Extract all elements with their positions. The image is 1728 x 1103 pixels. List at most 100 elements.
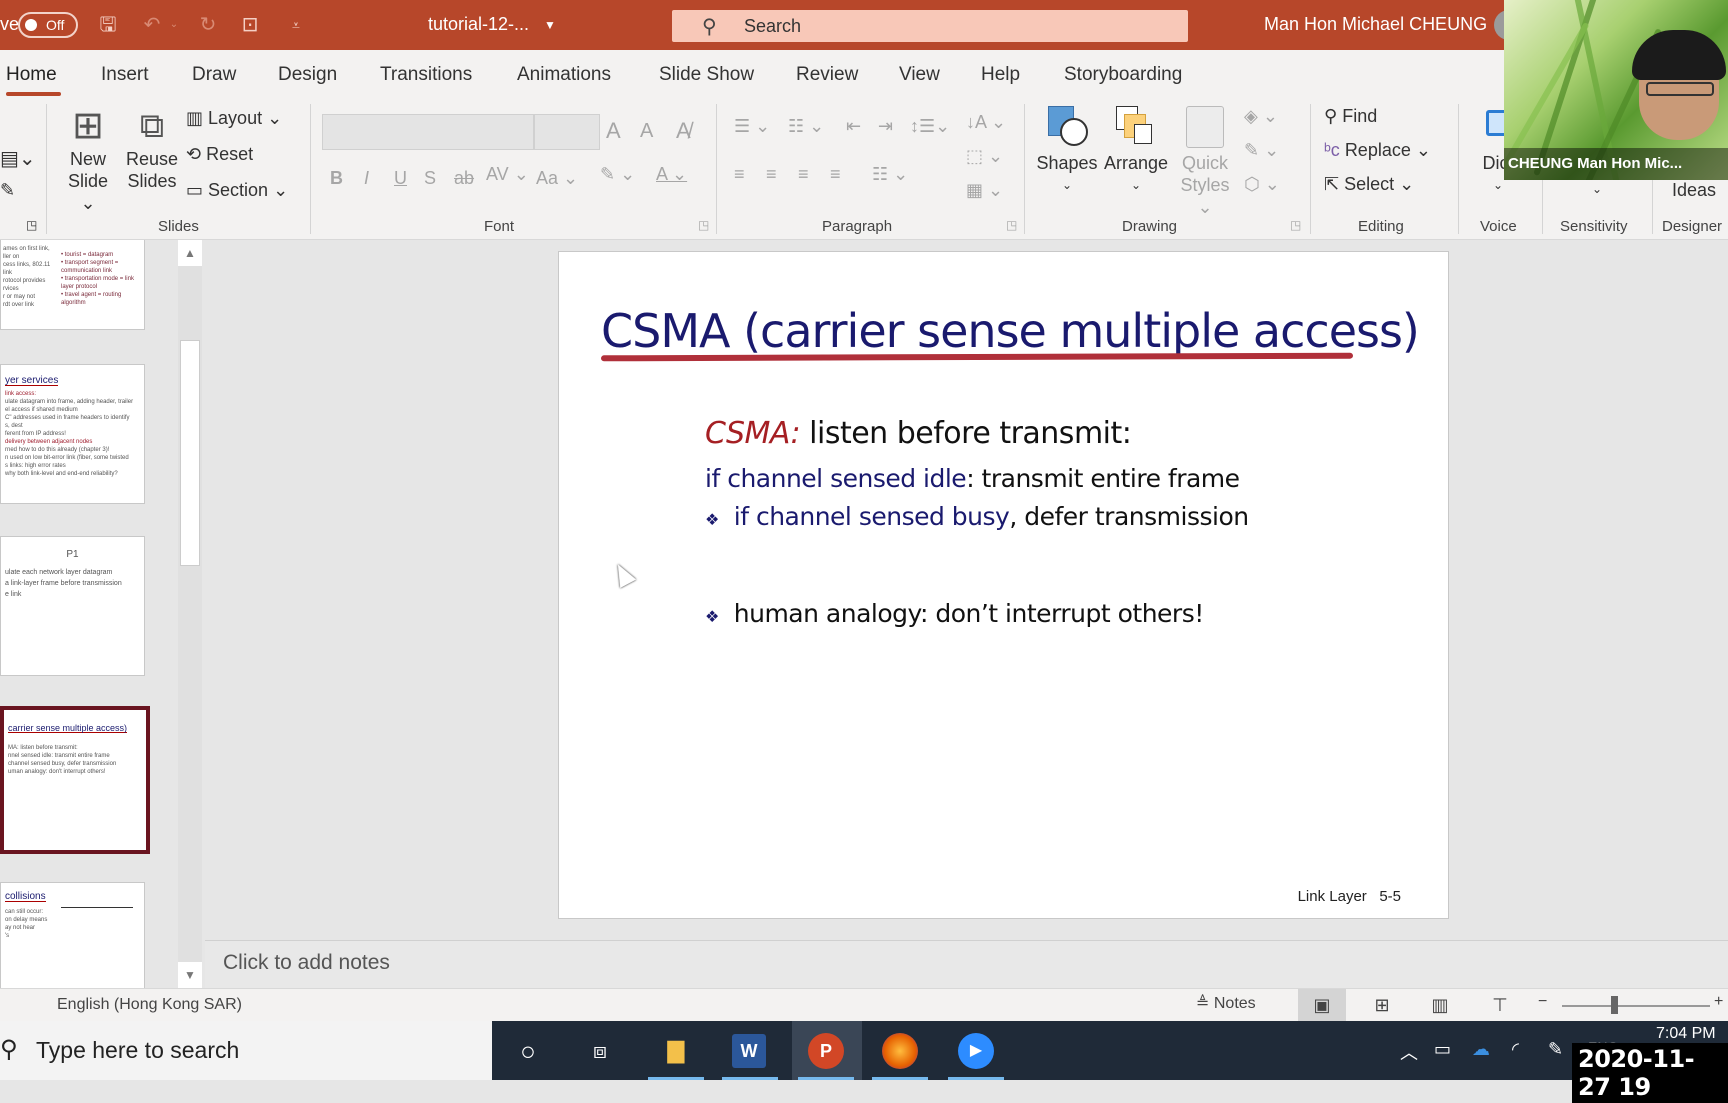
notes-pane[interactable]: Click to add notes xyxy=(205,940,1728,988)
slide-canvas[interactable]: CSMA (carrier sense multiple access) CSM… xyxy=(558,251,1449,919)
find-button[interactable]: ⚲ Find xyxy=(1324,106,1377,127)
task-view-icon[interactable]: ⧈ xyxy=(580,1031,620,1071)
text-direction-icon[interactable]: ↓A ⌄ xyxy=(966,112,1006,133)
section-button[interactable]: ▭ Section ⌄ xyxy=(186,180,288,201)
tab-review[interactable]: Review xyxy=(796,64,858,86)
slide-thumbnail[interactable]: P1 ulate each network layer datagram a li… xyxy=(0,536,145,676)
slideshow-view-icon[interactable]: ⊤ xyxy=(1476,989,1524,1022)
language-indicator[interactable]: English (Hong Kong SAR) xyxy=(57,996,242,1014)
italic-button[interactable]: I xyxy=(364,168,369,189)
powerpoint-icon[interactable]: P xyxy=(808,1033,844,1069)
title-dropdown-icon[interactable]: ▼ xyxy=(544,18,556,32)
zoom-out-button[interactable]: − xyxy=(1538,993,1547,1011)
align-right-icon[interactable]: ≡ xyxy=(798,164,809,185)
layout-button[interactable]: ▥ Layout ⌄ xyxy=(186,108,282,129)
designer-ideas-button[interactable]: Ideas xyxy=(1672,180,1716,201)
shape-effects-icon[interactable]: ⬡ ⌄ xyxy=(1244,174,1280,195)
slide-thumbnail[interactable]: yer services link access: ulate datagram … xyxy=(0,364,145,504)
tab-help[interactable]: Help xyxy=(981,64,1020,86)
scroll-up-icon[interactable]: ▲ xyxy=(178,240,202,266)
user-name[interactable]: Man Hon Michael CHEUNG xyxy=(1264,14,1487,35)
numbering-icon[interactable]: ☷ ⌄ xyxy=(788,116,824,137)
font-size-combo[interactable] xyxy=(534,114,600,150)
highlight-color-icon[interactable]: ✎ ⌄ xyxy=(600,164,635,185)
tab-design[interactable]: Design xyxy=(278,64,337,86)
taskbar-search[interactable]: ⚲ Type here to search xyxy=(0,1021,492,1080)
scrollbar-thumb[interactable] xyxy=(180,340,200,566)
char-spacing-button[interactable]: AV ⌄ xyxy=(486,164,529,185)
zoom-app-icon[interactable]: ▶ xyxy=(958,1033,994,1069)
underline-button[interactable]: U xyxy=(394,168,407,189)
zoom-in-button[interactable]: + xyxy=(1714,993,1723,1011)
font-name-combo[interactable] xyxy=(322,114,534,150)
autosave-toggle[interactable]: Off xyxy=(18,12,78,38)
undo-icon[interactable]: ↶ xyxy=(140,13,164,37)
align-text-icon[interactable]: ⬚ ⌄ xyxy=(966,146,1003,167)
tab-draw[interactable]: Draw xyxy=(192,64,236,86)
strikethrough-button[interactable]: ab xyxy=(454,168,474,189)
slide-thumbnail-selected[interactable]: carrier sense multiple access) MA: liste… xyxy=(0,706,150,854)
clipboard-launcher-icon[interactable]: ◳ xyxy=(26,218,37,232)
slide-line-csma[interactable]: CSMA: listen before transmit: xyxy=(705,416,1132,451)
undo-dropdown-icon[interactable]: ⌄ xyxy=(162,13,186,37)
document-title[interactable]: tutorial-12-... xyxy=(428,14,529,35)
bullets-icon[interactable]: ☰ ⌄ xyxy=(734,116,770,137)
slide-line-analogy[interactable]: ❖ human analogy: don’t interrupt others! xyxy=(705,599,1204,628)
shape-outline-icon[interactable]: ✎ ⌄ xyxy=(1244,140,1279,161)
slide-thumbnail[interactable]: ames on first link, ller on cess links, 80… xyxy=(0,240,145,330)
clock-time[interactable]: 7:04 PM xyxy=(1656,1025,1716,1043)
slide-sorter-icon[interactable]: ⊞ xyxy=(1358,989,1406,1022)
tab-insert[interactable]: Insert xyxy=(101,64,149,86)
decrease-indent-icon[interactable]: ⇤ xyxy=(846,116,861,137)
zoom-slider[interactable] xyxy=(1562,1005,1710,1007)
customize-toolbar-icon[interactable]: ⩡ xyxy=(284,13,308,37)
webcam-video-overlay[interactable]: CHEUNG Man Hon Mic... xyxy=(1504,0,1728,180)
slide-thumbnail[interactable]: collisions can still occur: on delay mean… xyxy=(0,882,145,988)
slide-line-busy[interactable]: ❖ if channel sensed busy, defer transmis… xyxy=(705,502,1249,531)
new-slide-button[interactable]: ⊞ New Slide ⌄ xyxy=(62,104,114,214)
reset-button[interactable]: ⟲ Reset xyxy=(186,144,253,165)
paragraph-launcher-icon[interactable]: ◳ xyxy=(1006,218,1017,232)
format-painter-icon[interactable]: ✎ xyxy=(0,180,15,201)
change-case-button[interactable]: Aa ⌄ xyxy=(536,168,578,189)
tab-view[interactable]: View xyxy=(899,64,940,86)
align-left-icon[interactable]: ≡ xyxy=(734,164,745,185)
zoom-slider-handle[interactable] xyxy=(1610,996,1618,1014)
show-hidden-icons-icon[interactable]: ︿ xyxy=(1400,1039,1418,1065)
bold-button[interactable]: B xyxy=(330,168,343,189)
increase-indent-icon[interactable]: ⇥ xyxy=(878,116,893,137)
drawing-launcher-icon[interactable]: ◳ xyxy=(1290,218,1301,232)
thumbnails-scrollbar[interactable]: ▲ ▼ xyxy=(178,240,202,988)
shadow-button[interactable]: S xyxy=(424,168,436,189)
start-slideshow-icon[interactable]: ⊡ xyxy=(238,13,262,37)
redo-icon[interactable]: ↻ xyxy=(196,13,220,37)
normal-view-icon[interactable]: ▣ xyxy=(1298,989,1346,1022)
wifi-icon[interactable]: ◜ xyxy=(1512,1039,1519,1060)
shape-fill-icon[interactable]: ◈ ⌄ xyxy=(1244,106,1278,127)
scroll-down-icon[interactable]: ▼ xyxy=(178,962,202,988)
onedrive-icon[interactable]: ☁ xyxy=(1472,1039,1490,1060)
tab-animations[interactable]: Animations xyxy=(517,64,611,86)
arrange-button[interactable]: Arrange ⌄ xyxy=(1102,104,1170,196)
font-launcher-icon[interactable]: ◳ xyxy=(698,218,709,232)
grow-font-button[interactable]: A xyxy=(606,118,621,144)
battery-icon[interactable]: ▭ xyxy=(1434,1039,1451,1060)
columns-icon[interactable]: ☷ ⌄ xyxy=(872,164,908,185)
slide-line-idle[interactable]: if channel sensed idle: transmit entire … xyxy=(705,464,1240,493)
tab-transitions[interactable]: Transitions xyxy=(380,64,472,86)
sensitivity-dropdown-icon[interactable]: ⌄ xyxy=(1592,182,1602,196)
file-explorer-icon[interactable]: ▇ xyxy=(656,1031,696,1071)
clear-formatting-icon[interactable]: A̸ xyxy=(676,118,691,144)
save-icon[interactable]: 🖫 xyxy=(96,13,120,37)
paste-options-icon[interactable]: ▤⌄ xyxy=(0,146,36,171)
align-center-icon[interactable]: ≡ xyxy=(766,164,777,185)
tab-slide-show[interactable]: Slide Show xyxy=(659,64,754,86)
tab-storyboarding[interactable]: Storyboarding xyxy=(1064,64,1182,86)
tab-home[interactable]: Home xyxy=(6,64,57,86)
smartart-icon[interactable]: ▦ ⌄ xyxy=(966,180,1003,201)
quick-styles-button[interactable]: Quick Styles ⌄ xyxy=(1172,104,1238,218)
shrink-font-button[interactable]: A xyxy=(640,120,653,143)
word-icon[interactable]: W xyxy=(732,1034,766,1068)
reading-view-icon[interactable]: ▥ xyxy=(1416,989,1464,1022)
replace-button[interactable]: ᵇc Replace ⌄ xyxy=(1324,140,1431,161)
